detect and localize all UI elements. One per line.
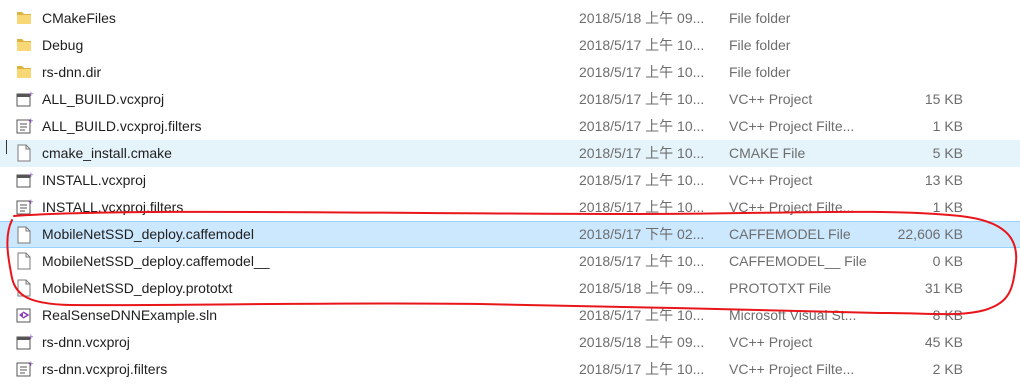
file-size: 2 KB: [932, 361, 963, 377]
file-type: File folder: [729, 64, 791, 80]
file-size: 13 KB: [924, 172, 963, 188]
file-name: ALL_BUILD.vcxproj: [42, 91, 165, 107]
file-size: 8 KB: [932, 307, 963, 323]
file-name: MobileNetSSD_deploy.prototxt: [42, 280, 233, 296]
file-row[interactable]: rs-dnn.dir 2018/5/17 上午 10... File folder: [0, 59, 1020, 86]
file-name: rs-dnn.dir: [42, 64, 102, 80]
file-size: 1 KB: [932, 199, 963, 215]
folder-icon: [16, 59, 34, 86]
file-type: CMAKE File: [729, 145, 806, 161]
file-name: cmake_install.cmake: [42, 145, 172, 161]
file-date-modified: 2018/5/18 上午 09...: [579, 280, 705, 296]
file-icon: [16, 222, 34, 249]
file-row[interactable]: RealSenseDNNExample.sln 2018/5/17 上午 10..…: [0, 302, 1020, 329]
file-icon: [16, 275, 34, 302]
sln-icon: [16, 302, 34, 329]
file-size: 0 KB: [932, 253, 963, 269]
file-date-modified: 2018/5/17 上午 10...: [579, 361, 705, 377]
file-size: 5 KB: [932, 145, 963, 161]
file-date-modified: 2018/5/17 上午 10...: [579, 307, 705, 323]
file-type: CAFFEMODEL__ File: [729, 253, 867, 269]
folder-icon: [16, 5, 34, 32]
svg-text:++: ++: [28, 333, 34, 341]
file-type: File folder: [729, 10, 791, 26]
file-icon: [16, 248, 34, 275]
file-type: PROTOTXT File: [729, 280, 832, 296]
file-row[interactable]: ++ INSTALL.vcxproj 2018/5/17 上午 10... VC++ …: [0, 167, 1020, 194]
svg-text:++: ++: [28, 360, 34, 368]
file-size: 45 KB: [924, 334, 963, 350]
file-name: MobileNetSSD_deploy.caffemodel: [42, 226, 254, 242]
vcxproj-icon: ++: [16, 86, 34, 113]
file-type: VC++ Project Filte...: [729, 361, 855, 377]
file-name: RealSenseDNNExample.sln: [42, 307, 218, 323]
vcxproj-icon: ++: [16, 329, 34, 356]
file-type: Microsoft Visual St...: [729, 307, 857, 323]
file-type: CAFFEMODEL File: [729, 226, 851, 242]
file-name: INSTALL.vcxproj.filters: [42, 199, 184, 215]
file-date-modified: 2018/5/17 下午 02...: [579, 226, 705, 242]
file-name: MobileNetSSD_deploy.caffemodel__: [42, 253, 270, 269]
file-row[interactable]: MobileNetSSD_deploy.caffemodel__ 2018/5/1…: [0, 248, 1020, 275]
file-row[interactable]: ++ rs-dnn.vcxproj 2018/5/18 上午 09... VC++ P…: [0, 329, 1020, 356]
focus-marker: [6, 140, 9, 154]
file-name: Debug: [42, 37, 84, 53]
file-type: VC++ Project Filte...: [729, 199, 855, 215]
file-date-modified: 2018/5/17 上午 10...: [579, 253, 705, 269]
file-date-modified: 2018/5/17 上午 10...: [579, 37, 705, 53]
svg-text:++: ++: [28, 90, 34, 98]
file-name: INSTALL.vcxproj: [42, 172, 146, 188]
file-icon: [16, 140, 34, 167]
file-name: rs-dnn.vcxproj: [42, 334, 130, 350]
file-type: File folder: [729, 37, 791, 53]
file-row[interactable]: CMakeFiles 2018/5/18 上午 09... File folder: [0, 5, 1020, 32]
file-date-modified: 2018/5/17 上午 10...: [579, 91, 705, 107]
file-row[interactable]: ++ ALL_BUILD.vcxproj.filters 2018/5/17 上午 …: [0, 113, 1020, 140]
file-type: VC++ Project Filte...: [729, 118, 855, 134]
file-type: VC++ Project: [729, 91, 813, 107]
file-row[interactable]: MobileNetSSD_deploy.prototxt 2018/5/18 上午…: [0, 275, 1020, 302]
file-type: VC++ Project: [729, 334, 813, 350]
filters-icon: ++: [16, 356, 34, 383]
file-row[interactable]: ++ rs-dnn.vcxproj.filters 2018/5/17 上午 10.…: [0, 356, 1020, 383]
filters-icon: ++: [16, 113, 34, 140]
svg-text:++: ++: [28, 171, 34, 179]
file-size: 1 KB: [932, 118, 963, 134]
file-date-modified: 2018/5/17 上午 10...: [579, 145, 705, 161]
file-size: 22,606 KB: [897, 226, 963, 242]
svg-text:++: ++: [28, 198, 34, 206]
file-date-modified: 2018/5/18 上午 09...: [579, 334, 705, 350]
file-list: CMakeFiles 2018/5/18 上午 09... File folder D…: [0, 5, 1020, 383]
file-name: rs-dnn.vcxproj.filters: [42, 361, 168, 377]
file-size: 15 KB: [924, 91, 963, 107]
svg-text:++: ++: [28, 117, 34, 125]
file-row[interactable]: Debug 2018/5/17 上午 10... File folder: [0, 32, 1020, 59]
file-row[interactable]: ++ ALL_BUILD.vcxproj 2018/5/17 上午 10... VC+…: [0, 86, 1020, 113]
file-row[interactable]: cmake_install.cmake 2018/5/17 上午 10... CMA…: [0, 140, 1020, 167]
vcxproj-icon: ++: [16, 167, 34, 194]
file-type: VC++ Project: [729, 172, 813, 188]
file-row[interactable]: MobileNetSSD_deploy.caffemodel 2018/5/17 …: [0, 221, 1020, 248]
filters-icon: ++: [16, 194, 34, 221]
file-row[interactable]: ++ INSTALL.vcxproj.filters 2018/5/17 上午 10…: [0, 194, 1020, 221]
file-date-modified: 2018/5/18 上午 09...: [579, 10, 705, 26]
file-date-modified: 2018/5/17 上午 10...: [579, 118, 705, 134]
file-name: ALL_BUILD.vcxproj.filters: [42, 118, 202, 134]
file-date-modified: 2018/5/17 上午 10...: [579, 64, 705, 80]
file-date-modified: 2018/5/17 上午 10...: [579, 172, 705, 188]
file-date-modified: 2018/5/17 上午 10...: [579, 199, 705, 215]
file-name: CMakeFiles: [42, 10, 116, 26]
file-size: 31 KB: [924, 280, 963, 296]
folder-icon: [16, 32, 34, 59]
